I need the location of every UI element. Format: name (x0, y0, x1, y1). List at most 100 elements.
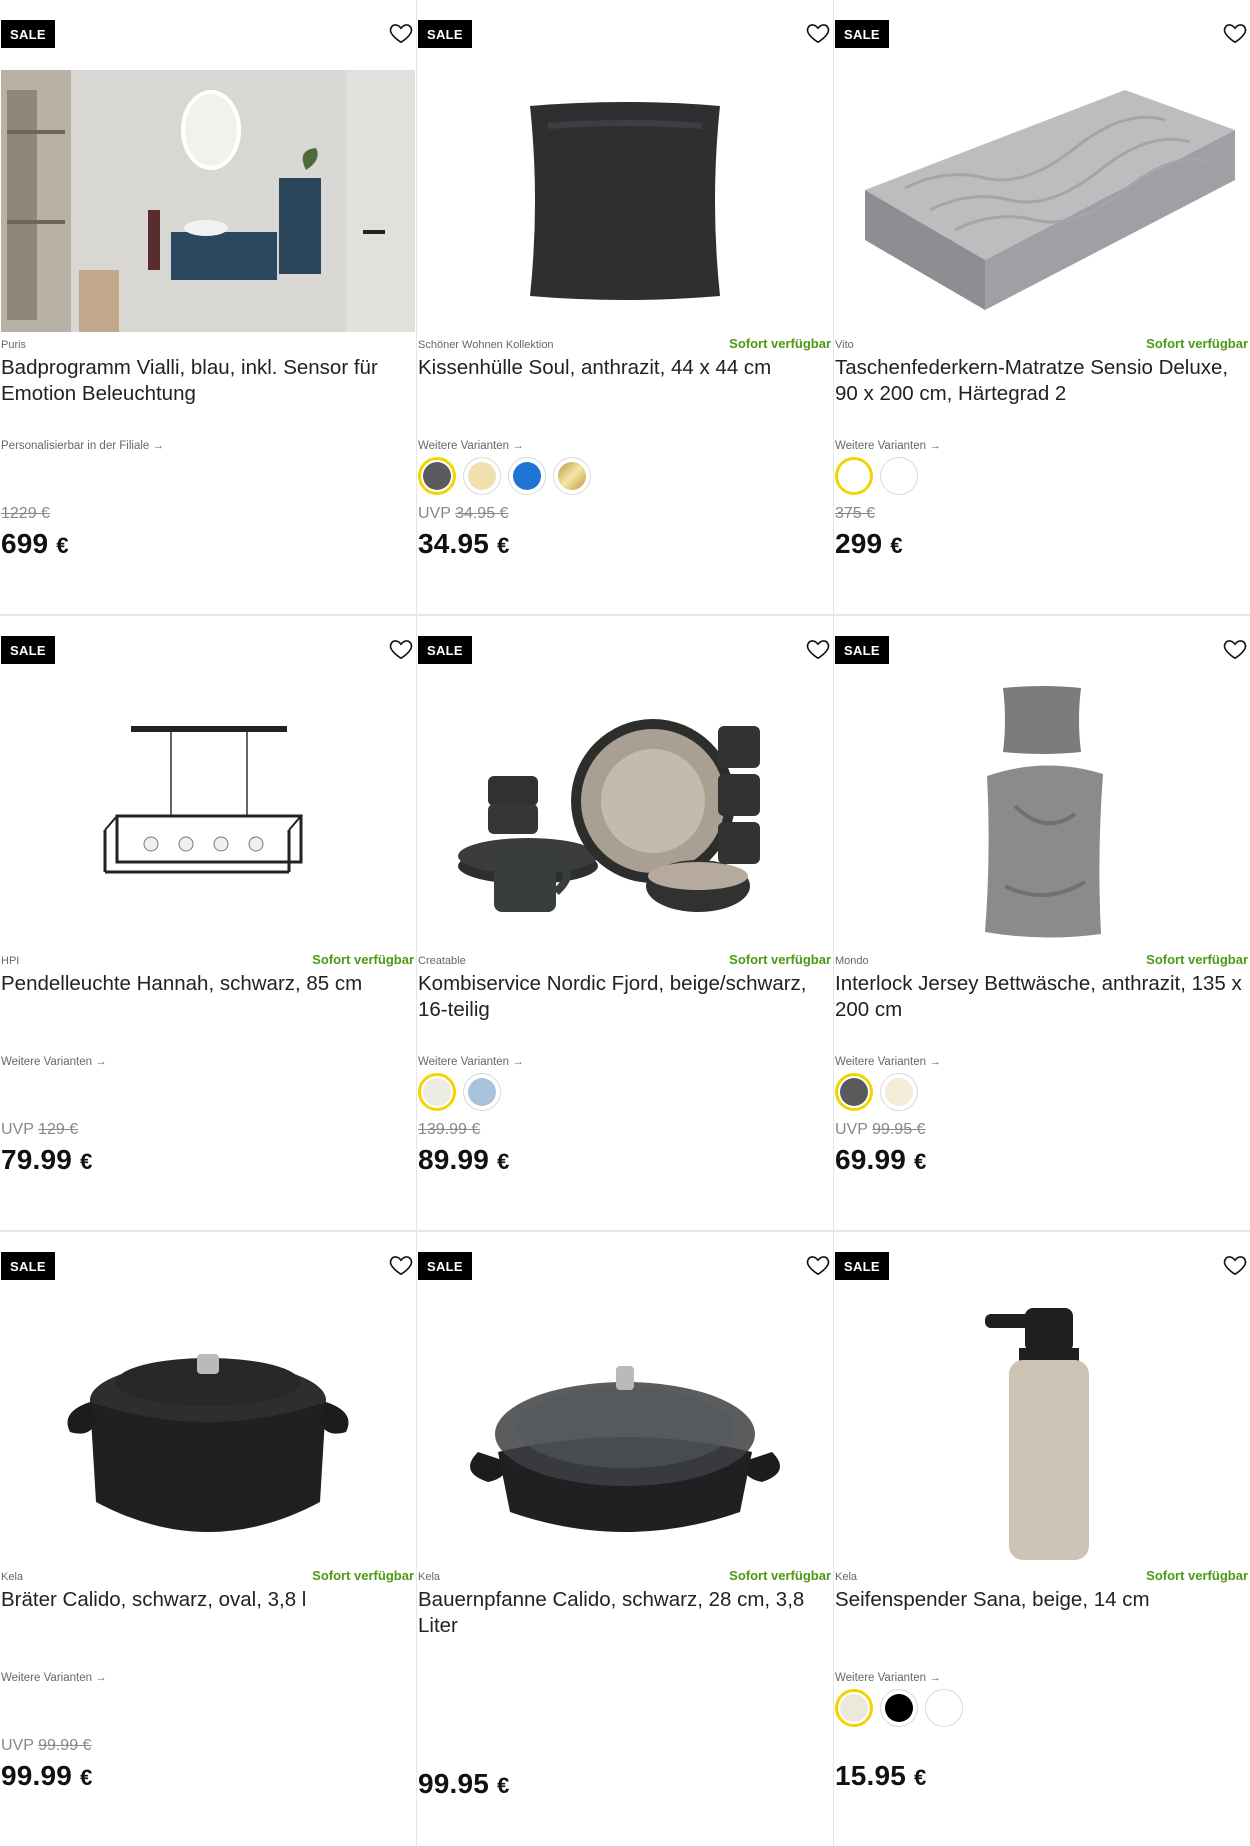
more-variants-link[interactable]: Weitere Varianten → (418, 440, 524, 452)
wishlist-heart-icon[interactable] (388, 636, 414, 662)
price-value: 99.95 (418, 1768, 490, 1799)
color-swatch[interactable] (835, 1073, 873, 1111)
color-swatch[interactable] (880, 457, 918, 495)
color-swatches (835, 1689, 963, 1727)
wishlist-heart-icon[interactable] (805, 20, 831, 46)
more-variants-link[interactable]: Weitere Varianten → (418, 1056, 524, 1068)
wishlist-heart-icon[interactable] (1222, 1252, 1248, 1278)
wishlist-heart-icon[interactable] (805, 1252, 831, 1278)
pendant-lamp-image[interactable] (1, 686, 415, 948)
availability-label: Sofort verfügbar (312, 1568, 414, 1583)
product-card[interactable]: SALE Mondo Sofort verfügbar Interlock Je… (834, 616, 1250, 1230)
product-title[interactable]: Seifenspender Sana, beige, 14 cm (835, 1587, 1247, 1613)
color-swatch[interactable] (463, 1073, 501, 1111)
wishlist-heart-icon[interactable] (1222, 636, 1248, 662)
product-title[interactable]: Taschenfederkern-Matratze Sensio Deluxe,… (835, 355, 1247, 407)
product-brand: HPI (1, 955, 20, 967)
product-title[interactable]: Kombiservice Nordic Fjord, beige/schwarz… (418, 971, 830, 1023)
current-price: 69.99 € (835, 1144, 927, 1176)
color-swatches (835, 457, 918, 495)
price-value: 299 (835, 528, 883, 559)
color-swatch[interactable] (835, 1689, 873, 1727)
price-currency: € (497, 1149, 510, 1174)
old-price: 34.95 € (455, 505, 509, 522)
product-grid: SALE Puris Badprogramm Vialli, blau, ink… (0, 0, 1250, 1846)
more-variants-link[interactable]: Weitere Varianten → (1, 1056, 107, 1068)
color-swatches (835, 1073, 918, 1111)
mattress-image[interactable] (835, 70, 1249, 332)
more-variants-link[interactable]: Weitere Varianten → (835, 440, 941, 452)
color-swatch[interactable] (880, 1073, 918, 1111)
wishlist-heart-icon[interactable] (805, 636, 831, 662)
old-price: 139.99 € (418, 1121, 481, 1138)
current-price: 99.99 € (1, 1760, 93, 1792)
product-card[interactable]: SALE Creatable Sofort verfügbar Kombiser… (417, 616, 833, 1230)
color-swatch[interactable] (508, 457, 546, 495)
farmer-pan-image[interactable] (418, 1302, 832, 1564)
color-swatch[interactable] (463, 457, 501, 495)
uvp-label: UVP (418, 505, 451, 522)
price-value: 89.99 (418, 1144, 490, 1175)
product-title[interactable]: Kissenhülle Soul, anthrazit, 44 x 44 cm (418, 355, 830, 381)
old-price-row: UVP 99.99 € (1, 1737, 91, 1755)
color-swatch[interactable] (835, 457, 873, 495)
product-title[interactable]: Pendelleuchte Hannah, schwarz, 85 cm (1, 971, 413, 997)
current-price: 699 € (1, 528, 69, 560)
color-swatch[interactable] (553, 457, 591, 495)
current-price: 299 € (835, 528, 903, 560)
product-card[interactable]: SALE Puris Badprogramm Vialli, blau, ink… (0, 0, 416, 614)
availability-label: Sofort verfügbar (1146, 952, 1248, 967)
availability-label: Sofort verfügbar (312, 952, 414, 967)
bathroom-furniture-image[interactable] (1, 70, 415, 332)
sale-badge: SALE (1, 20, 55, 48)
sale-badge: SALE (835, 1252, 889, 1280)
price-currency: € (914, 1765, 927, 1790)
more-variants-link[interactable]: Weitere Varianten → (1, 1672, 107, 1684)
product-brand: Schöner Wohnen Kollektion (418, 339, 554, 351)
product-card[interactable]: SALE Kela Sofort verfügbar Bräter Calido… (0, 1232, 416, 1846)
product-title[interactable]: Interlock Jersey Bettwäsche, anthrazit, … (835, 971, 1247, 1023)
product-card[interactable]: SALE Kela Sofort verfügbar Seifenspender… (834, 1232, 1250, 1846)
product-brand: Mondo (835, 955, 869, 967)
more-variants-link[interactable]: Weitere Varianten → (835, 1056, 941, 1068)
wishlist-heart-icon[interactable] (388, 1252, 414, 1278)
color-swatch[interactable] (880, 1689, 918, 1727)
old-price-row: UVP 99.95 € (835, 1121, 925, 1139)
roaster-pot-image[interactable] (1, 1302, 415, 1564)
old-price: 375 € (835, 505, 876, 522)
sale-badge: SALE (835, 20, 889, 48)
availability-label: Sofort verfügbar (1146, 336, 1248, 351)
product-card[interactable]: SALE HPI Sofort verfügbar Pendelleuchte … (0, 616, 416, 1230)
color-swatches (418, 457, 591, 495)
bed-linen-image[interactable] (835, 686, 1249, 948)
price-currency: € (890, 533, 903, 558)
product-card[interactable]: SALE Kela Sofort verfügbar Bauernpfanne … (417, 1232, 833, 1846)
uvp-label: UVP (835, 1121, 868, 1138)
old-price: 1229 € (1, 505, 50, 522)
uvp-label: UVP (1, 1121, 34, 1138)
color-swatch[interactable] (418, 1073, 456, 1111)
color-swatch[interactable] (925, 1689, 963, 1727)
price-value: 699 (1, 528, 49, 559)
color-swatches (418, 1073, 501, 1111)
color-swatch[interactable] (418, 457, 456, 495)
wishlist-heart-icon[interactable] (388, 20, 414, 46)
tableware-set-image[interactable] (418, 686, 832, 948)
product-title[interactable]: Bräter Calido, schwarz, oval, 3,8 l (1, 1587, 413, 1613)
product-brand: Kela (1, 1571, 24, 1583)
availability-label: Sofort verfügbar (729, 952, 831, 967)
sale-badge: SALE (1, 636, 55, 664)
more-variants-link[interactable]: Weitere Varianten → (835, 1672, 941, 1684)
product-brand: Kela (835, 1571, 858, 1583)
old-price: 99.95 € (872, 1121, 926, 1138)
old-price-row: 375 € (835, 505, 875, 523)
product-title[interactable]: Bauernpfanne Calido, schwarz, 28 cm, 3,8… (418, 1587, 830, 1639)
soap-dispenser-image[interactable] (835, 1302, 1249, 1564)
product-title[interactable]: Badprogramm Vialli, blau, inkl. Sensor f… (1, 355, 413, 407)
cushion-image[interactable] (418, 70, 832, 332)
old-price: 129 € (38, 1121, 79, 1138)
product-card[interactable]: SALE Schöner Wohnen Kollektion Sofort ve… (417, 0, 833, 614)
wishlist-heart-icon[interactable] (1222, 20, 1248, 46)
personalize-link[interactable]: Personalisierbar in der Filiale → (1, 440, 164, 452)
product-card[interactable]: SALE Vito Sofort verfügbar Taschenfederk… (834, 0, 1250, 614)
